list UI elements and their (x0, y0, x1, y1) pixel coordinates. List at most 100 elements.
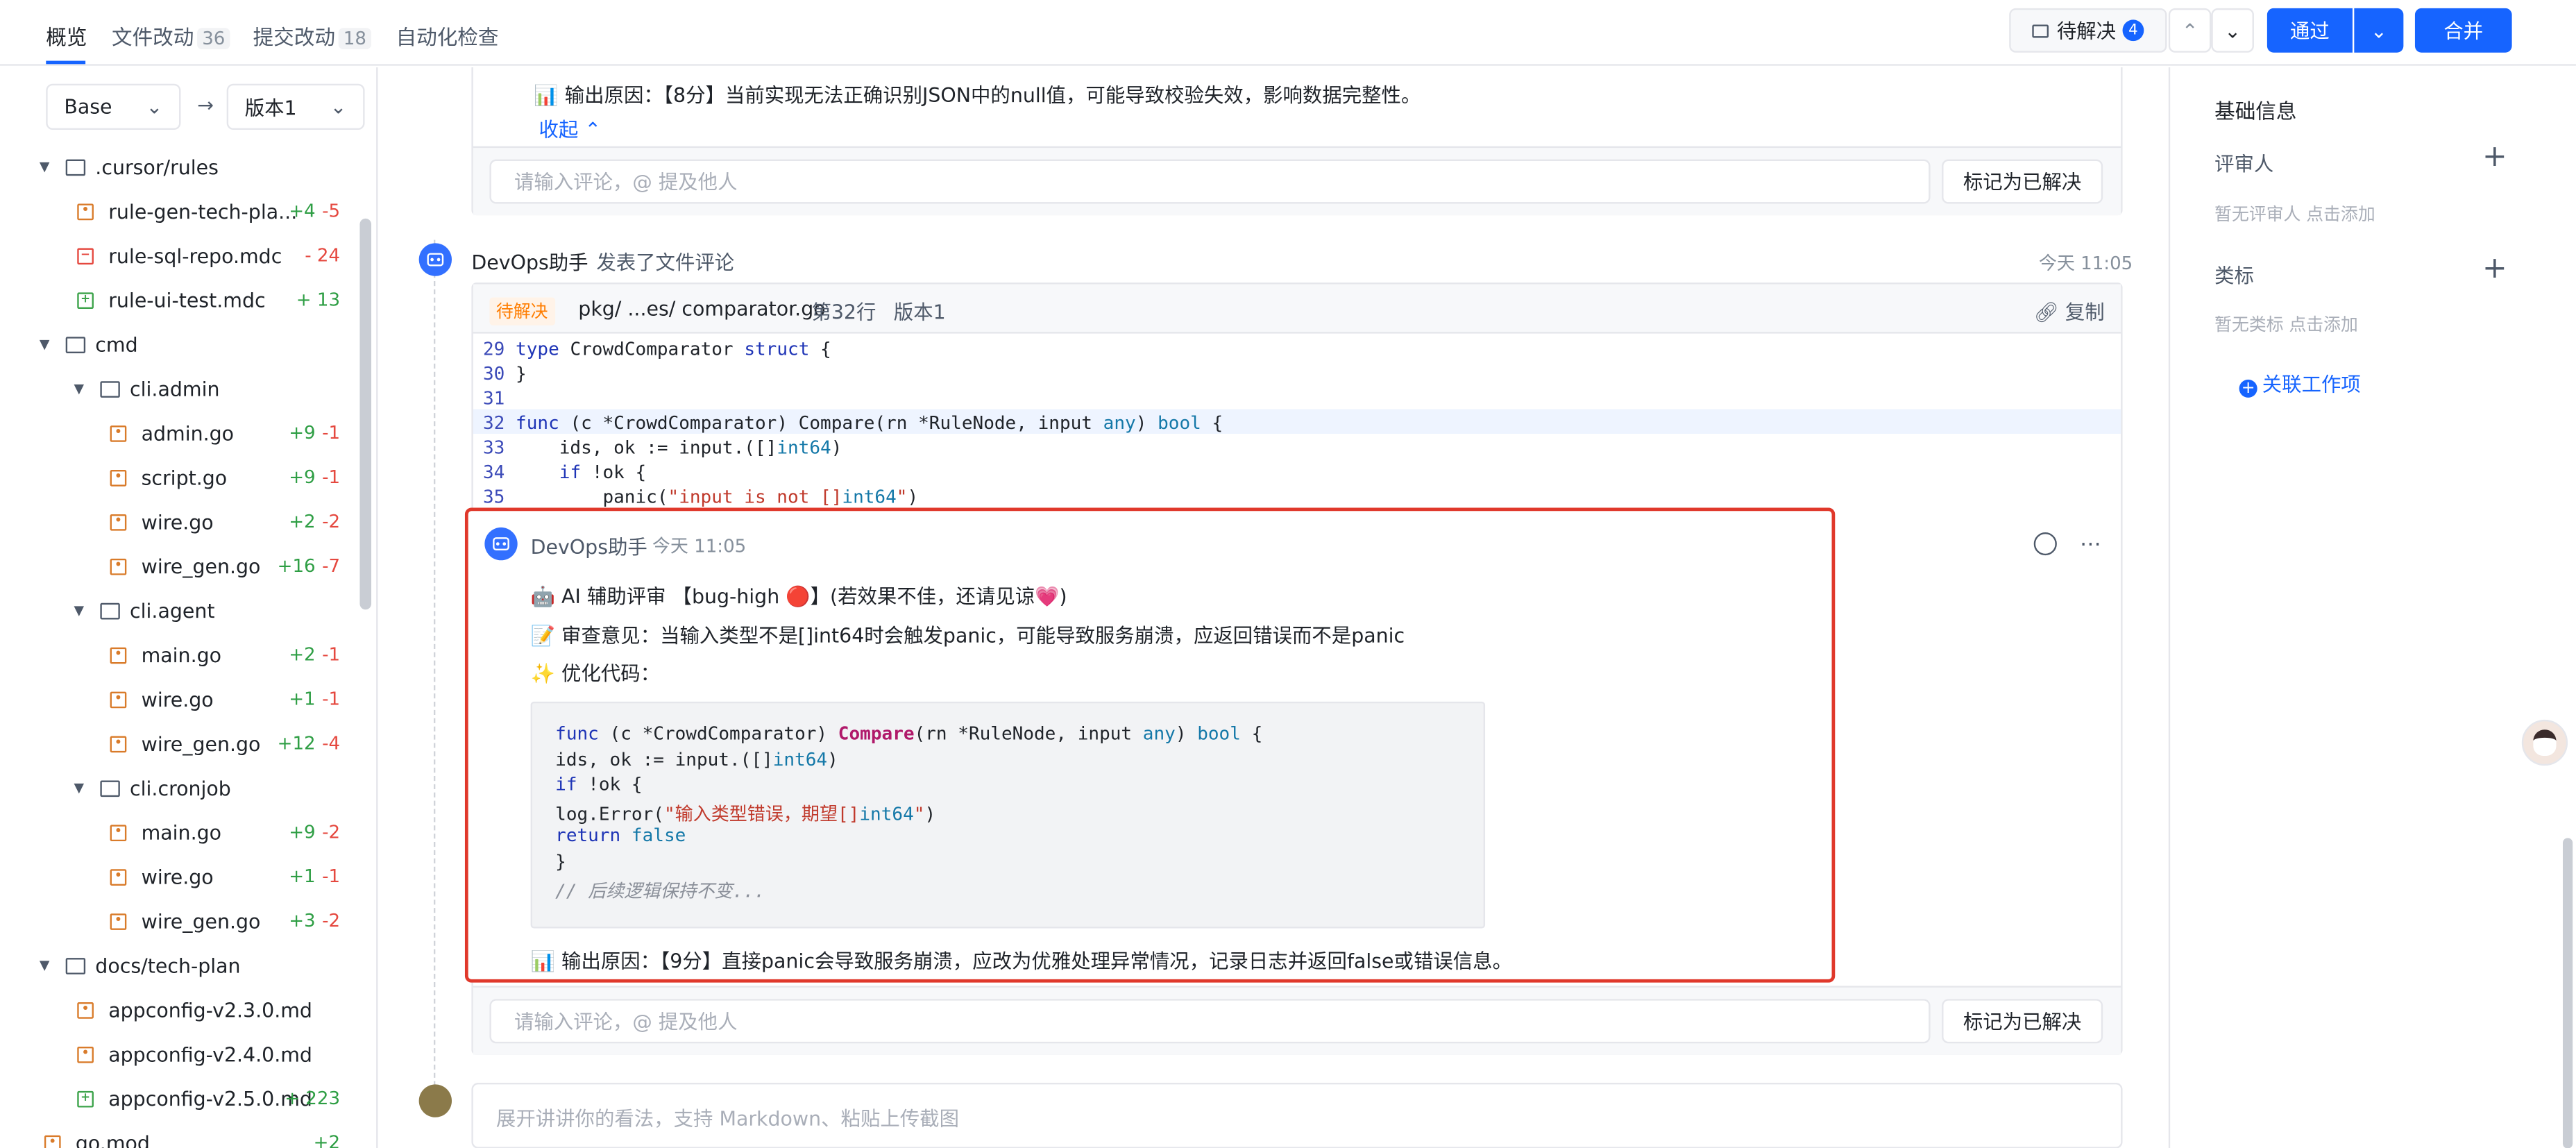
change-counts: + 13 (296, 278, 340, 322)
plus-circle-icon: + (2239, 379, 2257, 398)
tree-item-label: go.mod (75, 1131, 150, 1148)
caret-down-icon[interactable]: ▼ (74, 603, 85, 618)
mark-resolved-button[interactable]: 标记为已解决 (1942, 159, 2103, 204)
tree-folder[interactable]: ▼ cli.cronjob (0, 766, 353, 810)
deletions-count: -2 (322, 821, 341, 843)
tree-file[interactable]: • rule-gen-tech-pla... +4 -5 (0, 189, 353, 233)
deletions-count: - 24 (305, 244, 341, 267)
comment-input[interactable]: 请输入评论，@ 提及他人 (489, 999, 1931, 1044)
tree-file[interactable]: + rule-ui-test.mdc + 13 (0, 278, 353, 322)
comment-author[interactable]: DevOps助手 (471, 248, 588, 276)
tree-folder[interactable]: ▼ .cursor/rules (0, 144, 353, 189)
add-tag-icon[interactable]: + (2482, 251, 2507, 286)
tree-file[interactable]: • script.go +9 -1 (0, 455, 353, 500)
additions-count: +12 (277, 732, 316, 754)
tree-item-label: .cursor/rules (95, 155, 219, 178)
code-line: log.Error("输入类型错误，期望[]int64") (555, 803, 936, 825)
code-line: 32 func (c *CrowdComparator) Compare(rn … (482, 412, 1223, 434)
next-issue-button[interactable]: ⌄ (2211, 8, 2254, 53)
mark-resolved-button[interactable]: 标记为已解决 (1942, 999, 2103, 1044)
prev-issue-button[interactable]: ⌃ (2168, 8, 2212, 53)
copy-button[interactable]: 🔗︎ 复制 (2034, 297, 2105, 325)
pending-issues-button[interactable]: 待解决 4 (2009, 8, 2167, 53)
change-counts: +2 (314, 1120, 340, 1148)
tab-file-changes[interactable]: 文件改动 36 (112, 19, 230, 51)
additions-count: +9 (289, 466, 316, 489)
tree-item-label: script.go (141, 466, 228, 489)
tree-file[interactable]: + appconfig-v2.5.0.md + 223 (0, 1077, 353, 1121)
deletions-count: -1 (322, 422, 341, 444)
tree-folder[interactable]: ▼ cmd (0, 322, 353, 366)
reply-author[interactable]: DevOps助手 (531, 532, 647, 560)
assistant-avatar[interactable] (2521, 719, 2568, 766)
reply-time: 今天 11:05 (652, 535, 747, 557)
base-version-select[interactable]: Base ⌄ (46, 83, 181, 130)
bot-avatar (484, 527, 518, 561)
tree-file[interactable]: • main.go +2 -1 (0, 632, 353, 677)
page-scrollbar[interactable] (2562, 838, 2573, 1148)
tree-item-label: rule-gen-tech-pla... (108, 199, 298, 223)
tab-commits[interactable]: 提交改动 18 (253, 19, 372, 51)
change-counts: +9 -1 (289, 455, 340, 500)
ai-review-reply: DevOps助手 今天 11:05 🤖 AI 辅助评审 【bug-high 🔴】… (464, 507, 1836, 983)
additions-count: +1 (289, 688, 316, 710)
tree-file[interactable]: • go.mod +2 (0, 1120, 353, 1148)
tree-file[interactable]: • wire_gen.go +3 -2 (0, 899, 353, 943)
tree-file[interactable]: • appconfig-v2.4.0.md (0, 1032, 353, 1077)
code-line: 33 ids, ok := input.([]int64) (482, 437, 842, 459)
tree-file[interactable]: • wire.go +1 -1 (0, 854, 353, 899)
tree-file[interactable]: • main.go +9 -2 (0, 810, 353, 854)
merge-button[interactable]: 合并 (2414, 8, 2512, 53)
caret-down-icon[interactable]: ▼ (40, 337, 50, 351)
file-modified-icon: • (110, 424, 127, 441)
tree-file[interactable]: • admin.go +9 -1 (0, 411, 353, 455)
tree-folder[interactable]: ▼ docs/tech-plan (0, 943, 353, 988)
tags-label: 类标 (2214, 264, 2254, 288)
tree-folder[interactable]: ▼ cli.agent (0, 588, 353, 632)
suggested-code-block: func (c *CrowdComparator) Compare(rn *Ru… (530, 701, 1486, 929)
change-counts: - 24 (298, 233, 340, 278)
more-options-icon[interactable]: … (2080, 527, 2103, 552)
optimized-code-label: ✨ 优化代码： (530, 662, 661, 686)
sidebar-scrollbar[interactable] (359, 218, 372, 610)
caret-down-icon[interactable]: ▼ (40, 958, 50, 972)
tree-file[interactable]: • appconfig-v2.3.0.md (0, 988, 353, 1032)
file-modified-icon: • (110, 735, 127, 752)
target-version-select[interactable]: 版本1 ⌄ (226, 83, 365, 130)
deletions-count: -2 (322, 910, 341, 932)
tab-overview[interactable]: 概览 (46, 19, 87, 51)
new-comment-input[interactable]: 展开讲讲你的看法，支持 Markdown、粘贴上传截图 (471, 1083, 2123, 1148)
caret-down-icon[interactable]: ▼ (40, 160, 50, 174)
emoji-reaction-icon[interactable] (2033, 532, 2057, 556)
tree-folder[interactable]: ▼ cli.admin (0, 366, 353, 411)
tree-file[interactable]: − rule-sql-repo.mdc - 24 (0, 233, 353, 278)
tags-empty[interactable]: 暂无类标 点击添加 (2214, 312, 2358, 337)
tree-file[interactable]: • wire_gen.go +16 -7 (0, 544, 353, 589)
additions-count: + 13 (296, 289, 341, 311)
tree-file[interactable]: • wire.go +1 -1 (0, 677, 353, 721)
tree-item-label: appconfig-v2.3.0.md (108, 998, 312, 1022)
tree-file[interactable]: • wire_gen.go +12 -4 (0, 721, 353, 766)
comment-input[interactable]: 请输入评论，@ 提及他人 (489, 159, 1931, 204)
main-content: 📊 输出原因：【8分】当前实现无法正确识别JSON中的null值，可能导致校验失… (380, 67, 2167, 1148)
caret-down-icon[interactable]: ▼ (74, 381, 85, 396)
top-bar: 概览 文件改动 36 提交改动 18 自动化检查 待解决 4 ⌃ ⌄ 通过 ⌄ 合并 (0, 0, 2576, 66)
approve-button[interactable]: 通过 (2266, 8, 2353, 53)
caret-down-icon[interactable]: ▼ (74, 780, 85, 795)
link-work-item-button[interactable]: + 关联工作项 (2239, 370, 2361, 398)
arrow-right-icon: → (197, 93, 214, 117)
file-modified-icon: • (110, 469, 127, 486)
code-line: } (555, 851, 566, 873)
add-reviewer-icon[interactable]: + (2482, 140, 2507, 174)
tab-auto-check[interactable]: 自动化检查 (396, 19, 499, 51)
change-counts: +1 -1 (289, 854, 340, 899)
comment-action: 发表了文件评论 (596, 251, 735, 275)
approve-options-button[interactable]: ⌄ (2354, 8, 2404, 53)
collapse-link[interactable]: 收起 ⌃ (539, 115, 601, 143)
tree-file[interactable]: • wire.go +2 -2 (0, 500, 353, 544)
reviewers-empty[interactable]: 暂无评审人 点击添加 (2214, 202, 2375, 227)
tree-item-label: wire.go (141, 510, 214, 534)
tab-count: 36 (197, 28, 230, 50)
file-path-link[interactable]: pkg/ ...es/ comparator.go (578, 297, 825, 320)
tree-item-label: rule-sql-repo.mdc (108, 244, 282, 267)
